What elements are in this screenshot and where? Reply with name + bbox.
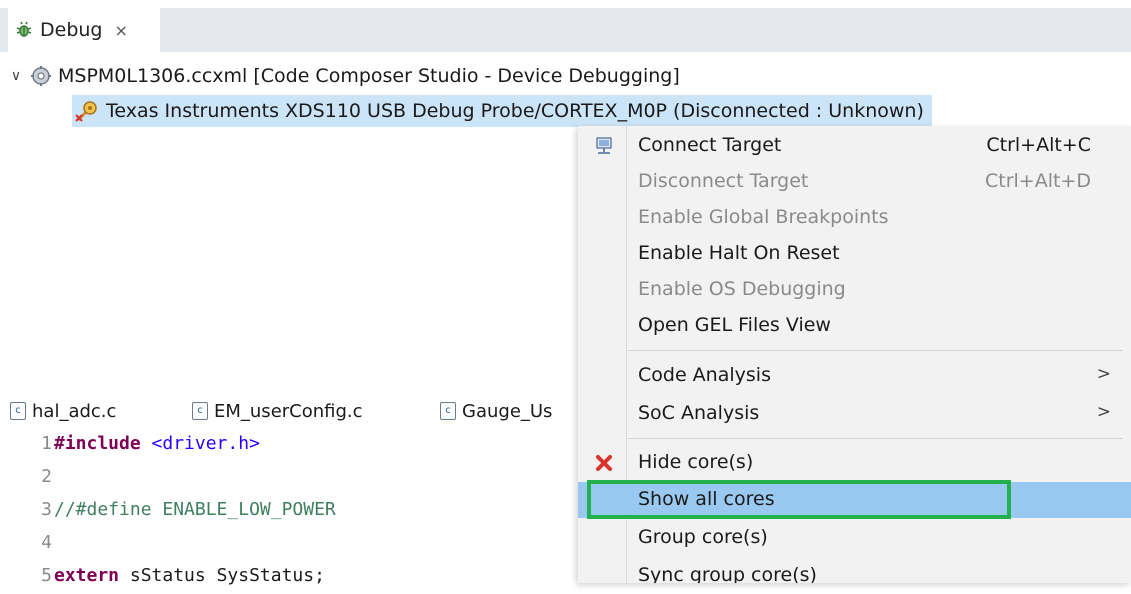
menu-separator: [628, 438, 1123, 439]
menu-item-label: Enable Global Breakpoints: [638, 206, 889, 228]
menu-item-shortcut: Ctrl+Alt+C: [986, 134, 1091, 156]
menu-item-disconnect-target[interactable]: Disconnect Target Ctrl+Alt+D: [578, 164, 1131, 200]
close-icon[interactable]: ×: [114, 21, 127, 40]
tree-item-session[interactable]: ∨ MSPM0L1306.ccxml [Code Composer Studio…: [6, 62, 680, 90]
c-file-icon: c: [192, 402, 208, 420]
code-line: 2: [0, 466, 54, 495]
menu-item-label: Sync group core(s): [638, 564, 817, 583]
debug-view-tabbar: Debug ×: [0, 0, 1131, 52]
line-number: 1: [41, 433, 52, 454]
menu-item-show-all-cores[interactable]: Show all cores: [578, 482, 1131, 518]
tab-label: Gauge_Us: [462, 400, 553, 422]
tab-hal-adc[interactable]: c hal_adc.c: [10, 396, 116, 426]
context-menu: Connect Target Ctrl+Alt+C Disconnect Tar…: [578, 126, 1131, 583]
line-number: 2: [41, 466, 52, 487]
menu-item-label: Hide core(s): [638, 451, 754, 473]
menu-item-sync-group-cores[interactable]: Sync group core(s): [578, 558, 1131, 583]
menu-item-hide-cores[interactable]: Hide core(s): [578, 445, 1131, 481]
menu-item-label: Code Analysis: [638, 364, 771, 386]
chevron-right-icon: >: [1096, 364, 1111, 384]
debug-probe-icon: [75, 101, 97, 122]
menu-item-enable-halt-on-reset[interactable]: Enable Halt On Reset: [578, 236, 1131, 272]
debug-bug-icon: [16, 21, 32, 37]
tab-gauge[interactable]: c Gauge_Us: [440, 396, 552, 426]
menu-item-label: Group core(s): [638, 526, 768, 548]
menu-item-connect-target[interactable]: Connect Target Ctrl+Alt+C: [578, 128, 1131, 164]
menu-item-code-analysis[interactable]: Code Analysis >: [578, 358, 1131, 394]
menu-item-enable-os-debugging[interactable]: Enable OS Debugging: [578, 272, 1131, 308]
menu-item-shortcut: Ctrl+Alt+D: [984, 170, 1091, 192]
menu-item-group-cores[interactable]: Group core(s): [578, 520, 1131, 556]
target-config-icon: [31, 66, 51, 86]
menu-separator: [628, 350, 1123, 351]
menu-item-label: Enable OS Debugging: [638, 278, 846, 300]
line-number: 4: [41, 532, 52, 553]
code-line: 5 extern sStatus SysStatus;: [0, 565, 325, 594]
session-label: MSPM0L1306.ccxml [Code Composer Studio -…: [58, 65, 680, 87]
tree-item-probe[interactable]: Texas Instruments XDS110 USB Debug Probe…: [72, 95, 932, 127]
c-file-icon: c: [440, 402, 456, 420]
menu-item-label: Open GEL Files View: [638, 314, 831, 336]
chevron-down-icon[interactable]: ∨: [6, 68, 26, 84]
red-x-icon: [596, 455, 612, 471]
tab-em-userconfig[interactable]: c EM_userConfig.c: [192, 396, 363, 426]
tab-label: hal_adc.c: [32, 400, 117, 422]
menu-item-label: Show all cores: [638, 488, 775, 510]
menu-item-label: Connect Target: [638, 134, 782, 156]
code-line: 3 //#define ENABLE_LOW_POWER: [0, 499, 336, 528]
menu-item-enable-global-breakpoints[interactable]: Enable Global Breakpoints: [578, 200, 1131, 236]
menu-item-open-gel-files-view[interactable]: Open GEL Files View: [578, 308, 1131, 344]
code-line: 4: [0, 532, 54, 561]
connect-target-icon: [596, 137, 612, 154]
menu-item-label: Disconnect Target: [638, 170, 809, 192]
code-comment: //#define ENABLE_LOW_POWER: [54, 499, 336, 520]
chevron-right-icon: >: [1096, 402, 1111, 422]
tab-debug[interactable]: Debug ×: [8, 8, 160, 52]
line-number: 5: [41, 565, 52, 586]
menu-item-soc-analysis[interactable]: SoC Analysis >: [578, 396, 1131, 432]
tabbar-background: [0, 8, 1131, 52]
menu-item-label: SoC Analysis: [638, 402, 760, 424]
include-path: <driver.h>: [140, 433, 260, 454]
keyword: #include: [54, 433, 141, 454]
line-number: 3: [41, 499, 52, 520]
tab-label: EM_userConfig.c: [214, 400, 363, 422]
code-line: 1 #include <driver.h>: [0, 433, 260, 462]
tab-debug-label: Debug: [40, 19, 103, 41]
editor-tabbar: c hal_adc.c c EM_userConfig.c c Gauge_Us: [0, 390, 600, 428]
probe-label: Texas Instruments XDS110 USB Debug Probe…: [106, 100, 924, 122]
c-file-icon: c: [10, 402, 26, 420]
menu-item-label: Enable Halt On Reset: [638, 242, 840, 264]
